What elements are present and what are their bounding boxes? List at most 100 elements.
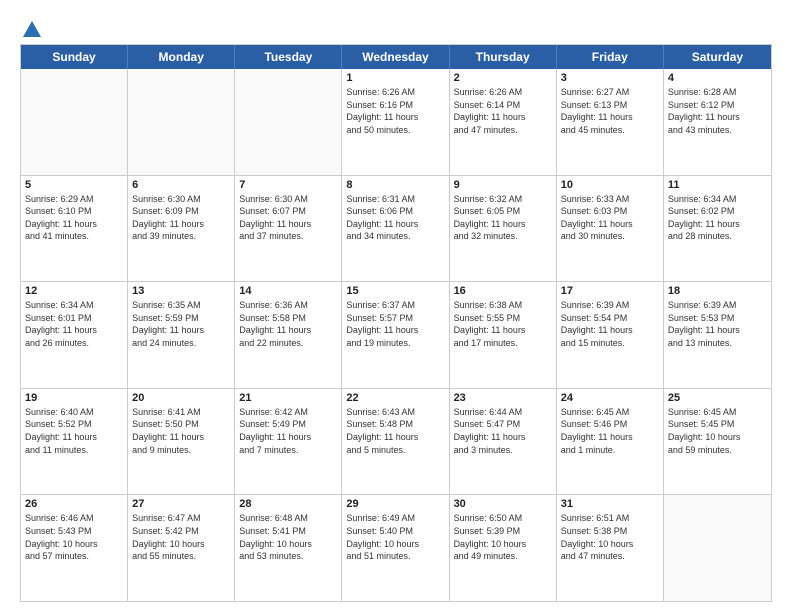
- calendar-cell: [235, 69, 342, 175]
- day-number: 3: [561, 72, 659, 84]
- cell-details: Sunrise: 6:38 AM Sunset: 5:55 PM Dayligh…: [454, 299, 552, 349]
- cell-details: Sunrise: 6:26 AM Sunset: 6:14 PM Dayligh…: [454, 86, 552, 136]
- calendar-cell: 25 Sunrise: 6:45 AM Sunset: 5:45 PM Dayli…: [664, 389, 771, 495]
- day-number: 29: [346, 498, 444, 510]
- calendar-cell: 20 Sunrise: 6:41 AM Sunset: 5:50 PM Dayli…: [128, 389, 235, 495]
- cell-details: Sunrise: 6:34 AM Sunset: 6:01 PM Dayligh…: [25, 299, 123, 349]
- cell-details: Sunrise: 6:26 AM Sunset: 6:16 PM Dayligh…: [346, 86, 444, 136]
- calendar-cell: 23Sunrise: 6:44 AM Sunset: 5:47 PM Dayli…: [450, 389, 557, 495]
- calendar-cell: 27Sunrise: 6:47 AM Sunset: 5:42 PM Dayli…: [128, 495, 235, 601]
- day-number: 10: [561, 179, 659, 191]
- calendar-cell: 3 Sunrise: 6:27 AM Sunset: 6:13 PM Daylig…: [557, 69, 664, 175]
- cell-details: Sunrise: 6:37 AM Sunset: 5:57 PM Dayligh…: [346, 299, 444, 349]
- cell-details: Sunrise: 6:28 AM Sunset: 6:12 PM Dayligh…: [668, 86, 767, 136]
- day-number: 21: [239, 392, 337, 404]
- calendar-cell: 22 Sunrise: 6:43 AM Sunset: 5:48 PM Dayli…: [342, 389, 449, 495]
- calendar-cell: [21, 69, 128, 175]
- day-number: 1: [346, 72, 444, 84]
- day-number: 28: [239, 498, 337, 510]
- calendar-cell: [664, 495, 771, 601]
- day-number: 9: [454, 179, 552, 191]
- cell-details: Sunrise: 6:27 AM Sunset: 6:13 PM Dayligh…: [561, 86, 659, 136]
- day-number: 8: [346, 179, 444, 191]
- cell-details: Sunrise: 6:45 AM Sunset: 5:46 PM Dayligh…: [561, 406, 659, 456]
- calendar-cell: 2 Sunrise: 6:26 AM Sunset: 6:14 PM Daylig…: [450, 69, 557, 175]
- calendar-cell: 11 Sunrise: 6:34 AM Sunset: 6:02 PM Dayli…: [664, 176, 771, 282]
- day-number: 20: [132, 392, 230, 404]
- calendar-cell: 8Sunrise: 6:31 AM Sunset: 6:06 PM Daylig…: [342, 176, 449, 282]
- cell-details: Sunrise: 6:49 AM Sunset: 5:40 PM Dayligh…: [346, 512, 444, 562]
- weekday-header: Friday: [557, 45, 664, 69]
- cell-details: Sunrise: 6:29 AM Sunset: 6:10 PM Dayligh…: [25, 193, 123, 243]
- logo-icon: [21, 18, 43, 40]
- day-number: 5: [25, 179, 123, 191]
- calendar-row: 5 Sunrise: 6:29 AM Sunset: 6:10 PM Daylig…: [21, 176, 771, 283]
- calendar-cell: 30Sunrise: 6:50 AM Sunset: 5:39 PM Dayli…: [450, 495, 557, 601]
- calendar-cell: [128, 69, 235, 175]
- day-number: 15: [346, 285, 444, 297]
- day-number: 24: [561, 392, 659, 404]
- calendar-cell: 24 Sunrise: 6:45 AM Sunset: 5:46 PM Dayli…: [557, 389, 664, 495]
- calendar-cell: 19 Sunrise: 6:40 AM Sunset: 5:52 PM Dayli…: [21, 389, 128, 495]
- cell-details: Sunrise: 6:30 AM Sunset: 6:07 PM Dayligh…: [239, 193, 337, 243]
- day-number: 19: [25, 392, 123, 404]
- cell-details: Sunrise: 6:35 AM Sunset: 5:59 PM Dayligh…: [132, 299, 230, 349]
- calendar-row: 26Sunrise: 6:46 AM Sunset: 5:43 PM Dayli…: [21, 495, 771, 601]
- calendar-cell: 29 Sunrise: 6:49 AM Sunset: 5:40 PM Dayli…: [342, 495, 449, 601]
- day-number: 2: [454, 72, 552, 84]
- logo: [20, 18, 43, 36]
- calendar-cell: 5 Sunrise: 6:29 AM Sunset: 6:10 PM Daylig…: [21, 176, 128, 282]
- cell-details: Sunrise: 6:41 AM Sunset: 5:50 PM Dayligh…: [132, 406, 230, 456]
- calendar-cell: 13 Sunrise: 6:35 AM Sunset: 5:59 PM Dayli…: [128, 282, 235, 388]
- day-number: 4: [668, 72, 767, 84]
- day-number: 7: [239, 179, 337, 191]
- cell-details: Sunrise: 6:43 AM Sunset: 5:48 PM Dayligh…: [346, 406, 444, 456]
- calendar-cell: 10 Sunrise: 6:33 AM Sunset: 6:03 PM Dayli…: [557, 176, 664, 282]
- calendar-cell: 26Sunrise: 6:46 AM Sunset: 5:43 PM Dayli…: [21, 495, 128, 601]
- cell-details: Sunrise: 6:30 AM Sunset: 6:09 PM Dayligh…: [132, 193, 230, 243]
- cell-details: Sunrise: 6:42 AM Sunset: 5:49 PM Dayligh…: [239, 406, 337, 456]
- calendar-cell: 7 Sunrise: 6:30 AM Sunset: 6:07 PM Daylig…: [235, 176, 342, 282]
- calendar-cell: 15 Sunrise: 6:37 AM Sunset: 5:57 PM Dayli…: [342, 282, 449, 388]
- day-number: 22: [346, 392, 444, 404]
- calendar-cell: 9 Sunrise: 6:32 AM Sunset: 6:05 PM Daylig…: [450, 176, 557, 282]
- calendar-cell: 17Sunrise: 6:39 AM Sunset: 5:54 PM Dayli…: [557, 282, 664, 388]
- cell-details: Sunrise: 6:47 AM Sunset: 5:42 PM Dayligh…: [132, 512, 230, 562]
- cell-details: Sunrise: 6:34 AM Sunset: 6:02 PM Dayligh…: [668, 193, 767, 243]
- cell-details: Sunrise: 6:32 AM Sunset: 6:05 PM Dayligh…: [454, 193, 552, 243]
- cell-details: Sunrise: 6:40 AM Sunset: 5:52 PM Dayligh…: [25, 406, 123, 456]
- calendar-cell: 31 Sunrise: 6:51 AM Sunset: 5:38 PM Dayli…: [557, 495, 664, 601]
- cell-details: Sunrise: 6:33 AM Sunset: 6:03 PM Dayligh…: [561, 193, 659, 243]
- day-number: 18: [668, 285, 767, 297]
- calendar-cell: 4 Sunrise: 6:28 AM Sunset: 6:12 PM Daylig…: [664, 69, 771, 175]
- weekday-header: Thursday: [450, 45, 557, 69]
- day-number: 31: [561, 498, 659, 510]
- day-number: 30: [454, 498, 552, 510]
- cell-details: Sunrise: 6:36 AM Sunset: 5:58 PM Dayligh…: [239, 299, 337, 349]
- calendar-cell: 16 Sunrise: 6:38 AM Sunset: 5:55 PM Dayli…: [450, 282, 557, 388]
- weekday-header: Monday: [128, 45, 235, 69]
- cell-details: Sunrise: 6:48 AM Sunset: 5:41 PM Dayligh…: [239, 512, 337, 562]
- calendar-cell: 28 Sunrise: 6:48 AM Sunset: 5:41 PM Dayli…: [235, 495, 342, 601]
- calendar-cell: 6 Sunrise: 6:30 AM Sunset: 6:09 PM Daylig…: [128, 176, 235, 282]
- day-number: 14: [239, 285, 337, 297]
- day-number: 11: [668, 179, 767, 191]
- calendar-cell: 12 Sunrise: 6:34 AM Sunset: 6:01 PM Dayli…: [21, 282, 128, 388]
- calendar-header: SundayMondayTuesdayWednesdayThursdayFrid…: [21, 45, 771, 69]
- day-number: 6: [132, 179, 230, 191]
- day-number: 12: [25, 285, 123, 297]
- day-number: 26: [25, 498, 123, 510]
- weekday-header: Sunday: [21, 45, 128, 69]
- cell-details: Sunrise: 6:39 AM Sunset: 5:54 PM Dayligh…: [561, 299, 659, 349]
- cell-details: Sunrise: 6:39 AM Sunset: 5:53 PM Dayligh…: [668, 299, 767, 349]
- day-number: 13: [132, 285, 230, 297]
- day-number: 25: [668, 392, 767, 404]
- cell-details: Sunrise: 6:45 AM Sunset: 5:45 PM Dayligh…: [668, 406, 767, 456]
- cell-details: Sunrise: 6:51 AM Sunset: 5:38 PM Dayligh…: [561, 512, 659, 562]
- weekday-header: Saturday: [664, 45, 771, 69]
- calendar-cell: 14 Sunrise: 6:36 AM Sunset: 5:58 PM Dayli…: [235, 282, 342, 388]
- calendar-row: 1 Sunrise: 6:26 AM Sunset: 6:16 PM Daylig…: [21, 69, 771, 176]
- day-number: 16: [454, 285, 552, 297]
- header: [20, 18, 772, 36]
- calendar-cell: 1 Sunrise: 6:26 AM Sunset: 6:16 PM Daylig…: [342, 69, 449, 175]
